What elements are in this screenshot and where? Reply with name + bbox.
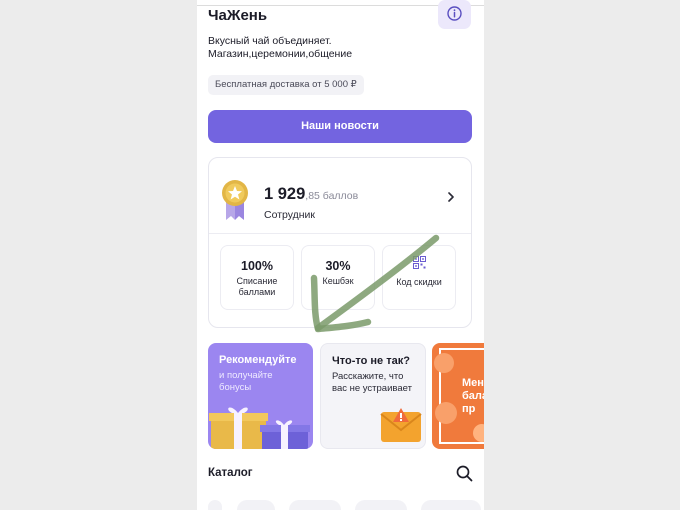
- chevron-right-icon[interactable]: [447, 192, 455, 202]
- catalog-title: Каталог: [208, 467, 253, 479]
- catalog-chip[interactable]: [355, 500, 407, 510]
- shop-description: Вкусный чай объединяет. Магазин,церемони…: [208, 35, 458, 61]
- shop-title: ЧаЖень: [208, 7, 268, 24]
- promo-refer[interactable]: Рекомендуйте и получайте бонусы: [208, 343, 313, 449]
- promo-title: Что-то не так?: [332, 355, 410, 367]
- points-unit: ,85 баллов: [305, 190, 359, 202]
- stat-label: Списание: [236, 276, 278, 286]
- info-button[interactable]: [438, 0, 471, 29]
- news-button[interactable]: Наши новости: [208, 110, 472, 143]
- promo-subtitle: Расскажите, что вас не устраивает: [332, 371, 412, 395]
- promo-title-line: бала: [462, 390, 484, 402]
- stat-writeoff[interactable]: 100% Списание баллами: [220, 245, 294, 310]
- catalog-chip[interactable]: [237, 500, 275, 510]
- promo-title-line: пр: [462, 403, 476, 415]
- catalog-chip[interactable]: [421, 500, 481, 510]
- stat-label: баллами: [238, 287, 276, 297]
- promo-title: Рекомендуйте: [219, 354, 297, 366]
- promo-feedback[interactable]: Что-то не так? Расскажите, что вас не ус…: [320, 343, 426, 449]
- points-balance: 1 929,85 баллов: [264, 185, 358, 204]
- description-line: Вкусный чай объединяет.: [208, 35, 332, 47]
- promo-subtitle-line: бонусы: [219, 382, 252, 393]
- arrow-annotation: [310, 234, 440, 333]
- delivery-badge: Бесплатная доставка от 5 000 ₽: [208, 75, 364, 95]
- info-icon: [447, 6, 462, 21]
- catalog-filter-chip[interactable]: [208, 500, 222, 510]
- promo-subtitle-line: вас не устраивает: [332, 383, 412, 394]
- points-value: 1 929: [264, 185, 306, 203]
- medal-icon: [222, 180, 248, 220]
- member-role: Сотрудник: [264, 209, 316, 221]
- catalog-chip[interactable]: [289, 500, 341, 510]
- promo-subtitle-line: и получайте: [219, 370, 273, 381]
- stat-value: 100%: [241, 259, 273, 273]
- envelope-illustration: [380, 408, 422, 442]
- promo-subtitle-line: Расскажите, что: [332, 371, 404, 382]
- gift-boxes-illustration: [209, 407, 310, 449]
- promo-title: Мен бала пр: [462, 377, 484, 416]
- promo-title-line: Мен: [462, 377, 484, 389]
- search-icon[interactable]: [456, 465, 473, 482]
- promo-balance[interactable]: Мен бала пр: [432, 343, 484, 449]
- description-line: Магазин,церемонии,общение: [208, 48, 353, 60]
- promo-subtitle: и получайте бонусы: [219, 370, 273, 394]
